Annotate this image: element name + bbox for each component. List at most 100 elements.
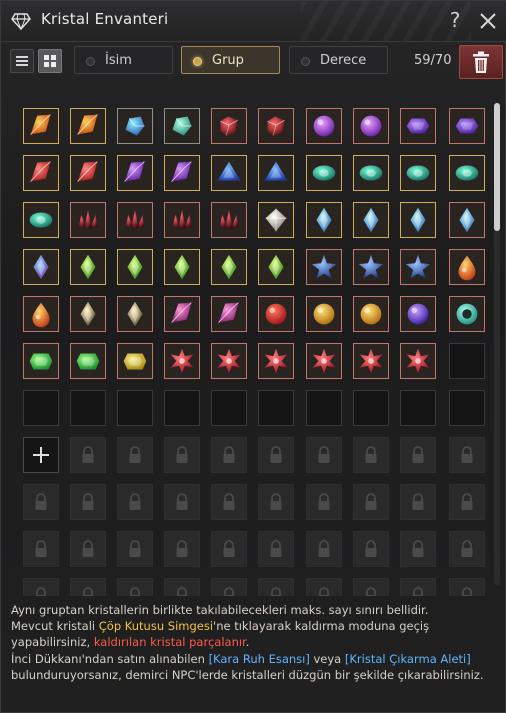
crystal-slot-violet-hex[interactable] xyxy=(400,108,436,144)
crystal-slot-green-gem[interactable] xyxy=(23,343,59,379)
sort-by-grade-button[interactable]: Derece xyxy=(289,46,388,74)
crystal-slot-violet-hex[interactable] xyxy=(449,108,485,144)
crystal-slot-red-cube[interactable] xyxy=(211,108,247,144)
crystal-slot-blue-triangle[interactable] xyxy=(211,155,247,191)
crystal-icon xyxy=(311,254,337,279)
crystal-slot-gold-sphere[interactable] xyxy=(353,296,389,332)
crystal-slot-orange-flame[interactable] xyxy=(23,108,59,144)
crystal-slot-purple-orb[interactable] xyxy=(353,108,389,144)
crystal-slot-red-star[interactable] xyxy=(353,343,389,379)
item-link-crystal-extraction-tool[interactable]: [Kristal Çıkarma Aleti] xyxy=(345,652,471,666)
diamond-icon xyxy=(11,13,31,31)
locked-slot xyxy=(258,437,294,473)
empty-slot[interactable] xyxy=(449,390,485,426)
crystal-slot-green-spike[interactable] xyxy=(70,249,106,285)
crystal-slot-green-spike[interactable] xyxy=(258,249,294,285)
crystal-slot-teal-eye[interactable] xyxy=(449,155,485,191)
crystal-icon xyxy=(359,165,383,181)
crystal-slot-gold-gem[interactable] xyxy=(117,343,153,379)
item-link-black-spirit-essence[interactable]: [Kara Ruh Esansı] xyxy=(209,652,310,666)
crystal-slot-dark-red-cluster[interactable] xyxy=(70,202,106,238)
crystal-slot-purple-shard[interactable] xyxy=(164,155,200,191)
crystal-slot-purple-shard[interactable] xyxy=(117,155,153,191)
crystal-slot-teal-eye[interactable] xyxy=(400,155,436,191)
crystal-slot-blue-star[interactable] xyxy=(306,249,342,285)
title-bar[interactable]: Kristal Envanteri ? xyxy=(1,1,506,42)
crystal-slot-red-star[interactable] xyxy=(211,343,247,379)
empty-slot[interactable] xyxy=(117,390,153,426)
crystal-slot-teal-ring[interactable] xyxy=(449,296,485,332)
crystal-slot-gold-spike[interactable] xyxy=(117,296,153,332)
crystal-slot-green-spike[interactable] xyxy=(117,249,153,285)
crystal-slot-violet-ball[interactable] xyxy=(400,296,436,332)
empty-slot[interactable] xyxy=(306,390,342,426)
crystal-icon xyxy=(406,348,430,374)
locked-slot xyxy=(23,484,59,520)
empty-slot[interactable] xyxy=(400,390,436,426)
crystal-slot-pink-shard[interactable] xyxy=(211,296,247,332)
crystal-slot-red-shard[interactable] xyxy=(70,155,106,191)
crystal-slot-purple-orb[interactable] xyxy=(306,108,342,144)
lock-icon xyxy=(412,587,424,596)
sort-by-group-button[interactable]: Grup xyxy=(181,46,280,74)
scrollbar[interactable] xyxy=(494,103,500,585)
add-slot-button[interactable] xyxy=(23,437,59,473)
crystal-slot-blue-green-chunk[interactable] xyxy=(117,108,153,144)
crystal-slot-blue-star[interactable] xyxy=(400,249,436,285)
crystal-slot-ice-spike[interactable] xyxy=(449,202,485,238)
desc-line-2: Mevcut kristali Çöp Kutusu Simgesi'ne tı… xyxy=(11,618,501,650)
crystal-slot-teal-eye[interactable] xyxy=(23,202,59,238)
crystal-slot-blue-spike[interactable] xyxy=(23,249,59,285)
crystal-slot-teal-eye[interactable] xyxy=(306,155,342,191)
crystal-slot-gold-sphere[interactable] xyxy=(306,296,342,332)
scrollbar-thumb[interactable] xyxy=(494,103,500,231)
crystal-slot-ice-spike[interactable] xyxy=(400,202,436,238)
empty-slot[interactable] xyxy=(70,390,106,426)
empty-slot[interactable] xyxy=(23,390,59,426)
crystal-slot-orange-flame[interactable] xyxy=(70,108,106,144)
crystal-slot-green-spike[interactable] xyxy=(211,249,247,285)
crystal-slot-green-spike[interactable] xyxy=(164,249,200,285)
trash-button[interactable] xyxy=(459,45,503,79)
crystal-slot-blue-triangle[interactable] xyxy=(258,155,294,191)
crystal-icon xyxy=(217,161,241,181)
crystal-icon xyxy=(33,254,49,280)
crystal-slot-red-cube[interactable] xyxy=(258,108,294,144)
crystal-slot-dark-red-cluster[interactable] xyxy=(164,202,200,238)
grid-view-button[interactable] xyxy=(38,49,62,73)
empty-slot[interactable] xyxy=(164,390,200,426)
lock-icon xyxy=(365,540,377,557)
crystal-slot-teal-chunk[interactable] xyxy=(164,108,200,144)
crystal-slot-gold-spike[interactable] xyxy=(70,296,106,332)
crystal-icon xyxy=(30,161,51,182)
crystal-slot-orange-drop[interactable] xyxy=(23,296,59,332)
crystal-slot-dark-red-cluster[interactable] xyxy=(117,202,153,238)
crystal-icon xyxy=(267,116,285,136)
crystal-icon xyxy=(405,254,431,279)
crystal-slot-orange-drop[interactable] xyxy=(449,249,485,285)
crystal-slot-ice-spike[interactable] xyxy=(353,202,389,238)
empty-slot[interactable] xyxy=(258,390,294,426)
crystal-slot-red-star[interactable] xyxy=(400,343,436,379)
crystal-slot-teal-eye[interactable] xyxy=(353,155,389,191)
sort-by-name-button[interactable]: İsim xyxy=(74,46,173,74)
close-icon[interactable] xyxy=(477,10,499,32)
crystal-slot-red-shard[interactable] xyxy=(23,155,59,191)
crystal-icon xyxy=(127,254,143,280)
crystal-slot-red-star[interactable] xyxy=(306,343,342,379)
crystal-slot-red-sphere[interactable] xyxy=(258,296,294,332)
crystal-slot-dark-red-cluster[interactable] xyxy=(211,202,247,238)
crystal-slot-white-diamond[interactable] xyxy=(258,202,294,238)
list-view-button[interactable] xyxy=(10,49,34,73)
crystal-slot-red-star[interactable] xyxy=(258,343,294,379)
empty-slot[interactable] xyxy=(211,390,247,426)
crystal-slot-ice-spike[interactable] xyxy=(306,202,342,238)
crystal-slot-pink-shard[interactable] xyxy=(164,296,200,332)
help-button[interactable]: ? xyxy=(445,7,465,33)
empty-slot[interactable] xyxy=(449,343,485,379)
crystal-slot-red-star[interactable] xyxy=(164,343,200,379)
crystal-slot-green-gem[interactable] xyxy=(70,343,106,379)
crystal-slot-blue-star[interactable] xyxy=(353,249,389,285)
locked-slot xyxy=(70,531,106,567)
empty-slot[interactable] xyxy=(353,390,389,426)
